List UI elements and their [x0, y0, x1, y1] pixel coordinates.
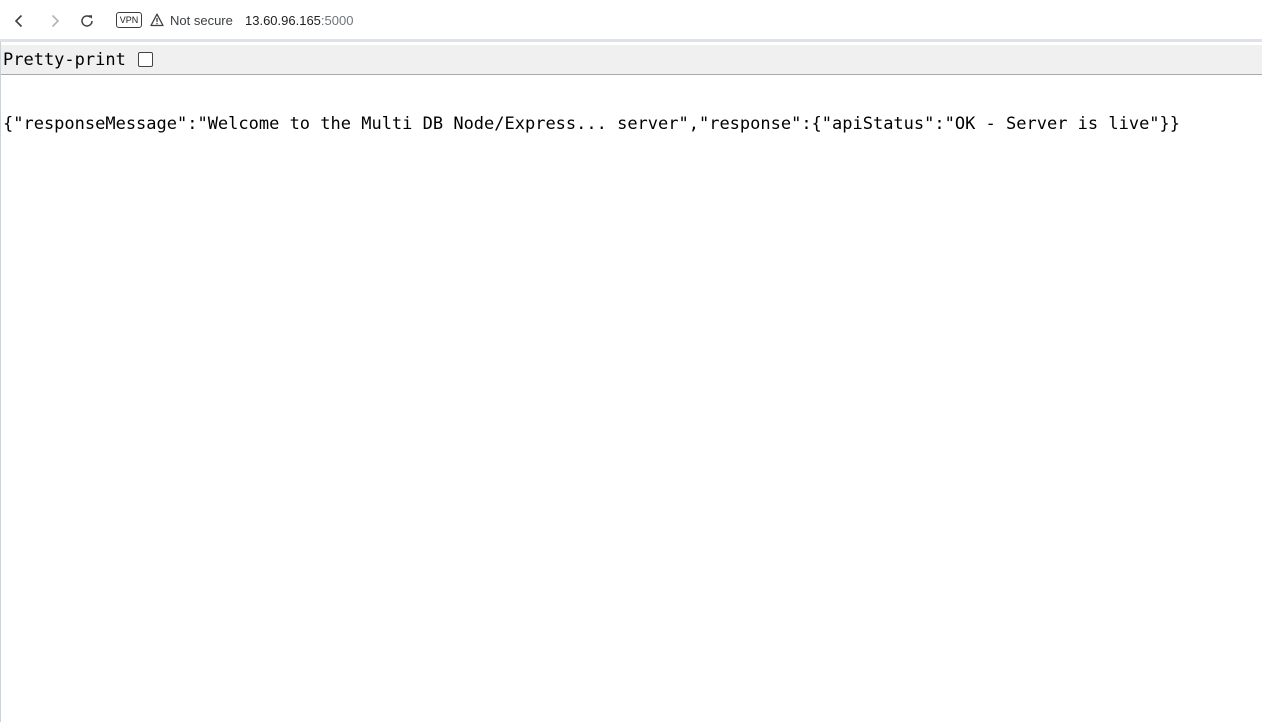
url-host: 13.60.96.165: [245, 13, 321, 28]
pretty-print-label[interactable]: Pretty-print: [3, 50, 126, 70]
security-status-text[interactable]: Not secure: [170, 13, 233, 29]
warning-triangle-icon[interactable]: [150, 13, 164, 27]
vpn-badge[interactable]: VPN: [116, 12, 142, 28]
window-edge: [0, 42, 1, 722]
pretty-print-checkbox[interactable]: [138, 52, 153, 67]
back-button[interactable]: [9, 11, 29, 31]
forward-button[interactable]: [45, 11, 65, 31]
json-response-text: {"responseMessage":"Welcome to the Multi…: [3, 114, 1181, 134]
address-bar[interactable]: 13.60.96.165:5000: [245, 13, 353, 29]
reload-icon: [81, 15, 93, 27]
url-port: :5000: [320, 13, 354, 28]
reload-button[interactable]: [77, 11, 97, 31]
toolbar-divider: [0, 39, 1262, 42]
browser-toolbar: VPN Not secure 13.60.96.165:5000: [0, 0, 1262, 42]
chevron-right-icon: [51, 14, 60, 28]
pretty-print-bar: Pretty-print: [1, 45, 1262, 75]
chevron-left-icon: [14, 14, 23, 28]
